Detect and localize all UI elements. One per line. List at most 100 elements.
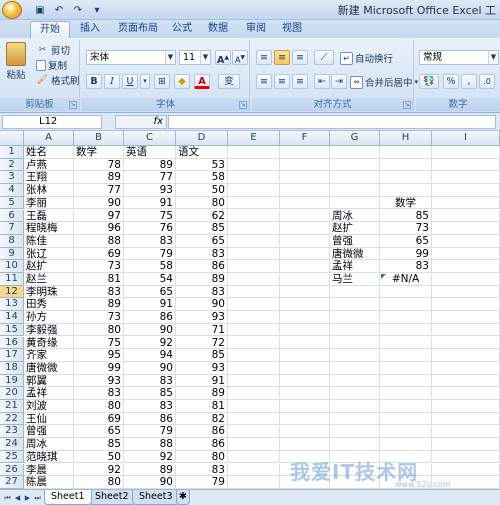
cell[interactable]	[228, 260, 280, 273]
column-header-h[interactable]: H	[380, 131, 432, 146]
cell-c16[interactable]: 92	[124, 337, 176, 350]
cell[interactable]	[330, 184, 380, 197]
cell[interactable]	[432, 400, 500, 413]
cell[interactable]	[330, 146, 380, 159]
cell-b2[interactable]: 78	[74, 159, 124, 172]
tab-insert[interactable]: 插入	[74, 21, 106, 38]
cell[interactable]	[432, 438, 500, 451]
cell[interactable]	[432, 425, 500, 439]
cell-b6[interactable]: 97	[74, 210, 124, 223]
cell[interactable]	[228, 323, 280, 337]
cell[interactable]	[432, 361, 500, 375]
clipboard-launcher-icon[interactable]: ↘	[69, 101, 77, 109]
cell[interactable]	[380, 349, 432, 362]
fill-color-icon[interactable]: ◆	[174, 74, 190, 89]
cell-a4[interactable]: 张林	[24, 184, 74, 197]
alignment-launcher-icon[interactable]: ↘	[403, 101, 411, 109]
cell[interactable]	[380, 285, 432, 299]
cell[interactable]	[330, 285, 380, 299]
cell[interactable]	[228, 234, 280, 248]
cell-b14[interactable]: 73	[74, 311, 124, 324]
cell-a22[interactable]: 王仙	[24, 413, 74, 426]
borders-icon[interactable]: ⊞	[154, 74, 170, 89]
cell[interactable]	[228, 311, 280, 324]
cell[interactable]	[432, 146, 500, 159]
tab-data[interactable]: 数据	[202, 21, 234, 38]
cell[interactable]	[330, 171, 380, 185]
row-header-10[interactable]: 10	[0, 260, 24, 273]
cell-b19[interactable]: 93	[74, 375, 124, 388]
row-header-22[interactable]: 22	[0, 412, 24, 426]
cell[interactable]	[228, 171, 280, 185]
sheet-tab-sheet3[interactable]: Sheet3	[132, 490, 180, 505]
increase-decimal-icon[interactable]: .0	[479, 74, 495, 89]
cell-c21[interactable]: 83	[124, 400, 176, 413]
fx-icon[interactable]: fx	[115, 115, 167, 129]
paste-button[interactable]: 粘贴	[6, 42, 26, 81]
cell[interactable]	[228, 298, 280, 312]
cell[interactable]	[432, 412, 500, 426]
cell-c1[interactable]: 英语	[124, 146, 176, 159]
cell[interactable]	[228, 285, 280, 299]
cell-c12[interactable]: 65	[124, 286, 176, 299]
tab-page-layout[interactable]: 页面布局	[110, 21, 166, 38]
cell[interactable]	[228, 349, 280, 362]
comma-button[interactable]: ,	[461, 74, 477, 89]
cell-d23[interactable]: 86	[176, 425, 228, 438]
cell-h7[interactable]: 73	[380, 222, 432, 235]
cell-d14[interactable]: 93	[176, 311, 228, 324]
cell[interactable]	[330, 323, 380, 337]
cell-d21[interactable]: 81	[176, 400, 228, 413]
row-header-19[interactable]: 19	[0, 374, 24, 388]
insert-sheet-icon[interactable]: ✱	[176, 490, 190, 505]
cell-a9[interactable]: 张辽	[24, 248, 74, 261]
cell[interactable]	[280, 425, 330, 439]
row-header-16[interactable]: 16	[0, 336, 24, 350]
cell[interactable]	[228, 387, 280, 400]
cell-b25[interactable]: 50	[74, 451, 124, 464]
cell[interactable]	[280, 158, 330, 172]
cell[interactable]	[432, 450, 500, 464]
currency-icon[interactable]: 💱	[419, 74, 439, 89]
tab-review[interactable]: 审阅	[240, 21, 272, 38]
cell[interactable]	[432, 209, 500, 223]
cell-a3[interactable]: 王翔	[24, 171, 74, 184]
cell[interactable]	[280, 209, 330, 223]
cell-d4[interactable]: 50	[176, 184, 228, 197]
cell[interactable]	[432, 285, 500, 299]
cell[interactable]	[432, 298, 500, 312]
cell-d24[interactable]: 86	[176, 438, 228, 451]
font-color-icon[interactable]: A	[194, 74, 210, 89]
row-header-17[interactable]: 17	[0, 349, 24, 362]
cell-b18[interactable]: 99	[74, 362, 124, 375]
row-header-21[interactable]: 21	[0, 400, 24, 413]
office-button[interactable]	[2, 1, 22, 19]
cell[interactable]	[380, 374, 432, 388]
cell[interactable]	[228, 400, 280, 413]
cell-c8[interactable]: 83	[124, 235, 176, 248]
cell-c10[interactable]: 58	[124, 260, 176, 273]
copy-button[interactable]: 复制	[36, 58, 67, 72]
cell[interactable]	[380, 171, 432, 185]
italic-button[interactable]: I	[104, 74, 120, 89]
row-header-14[interactable]: 14	[0, 311, 24, 324]
cell[interactable]	[330, 361, 380, 375]
cell[interactable]	[228, 374, 280, 388]
cell[interactable]	[228, 361, 280, 375]
cell[interactable]	[228, 412, 280, 426]
cell-b16[interactable]: 75	[74, 337, 124, 350]
cell-b5[interactable]: 90	[74, 197, 124, 210]
cell[interactable]	[228, 476, 280, 489]
cell[interactable]	[330, 387, 380, 400]
cell-a7[interactable]: 程晓梅	[24, 222, 74, 235]
orientation-icon[interactable]: ⟋	[314, 50, 334, 65]
cell[interactable]	[280, 247, 330, 261]
wrap-text-button[interactable]: ↵ 自动换行	[340, 51, 393, 65]
cell[interactable]	[432, 273, 500, 286]
row-header-2[interactable]: 2	[0, 158, 24, 172]
qat-dropdown-icon[interactable]: ▾	[89, 3, 105, 18]
prev-sheet-icon[interactable]: ◀	[13, 493, 22, 503]
column-header-c[interactable]: C	[124, 131, 176, 146]
cell[interactable]	[228, 273, 280, 286]
format-painter-button[interactable]: 🖌 格式刷	[36, 73, 80, 88]
